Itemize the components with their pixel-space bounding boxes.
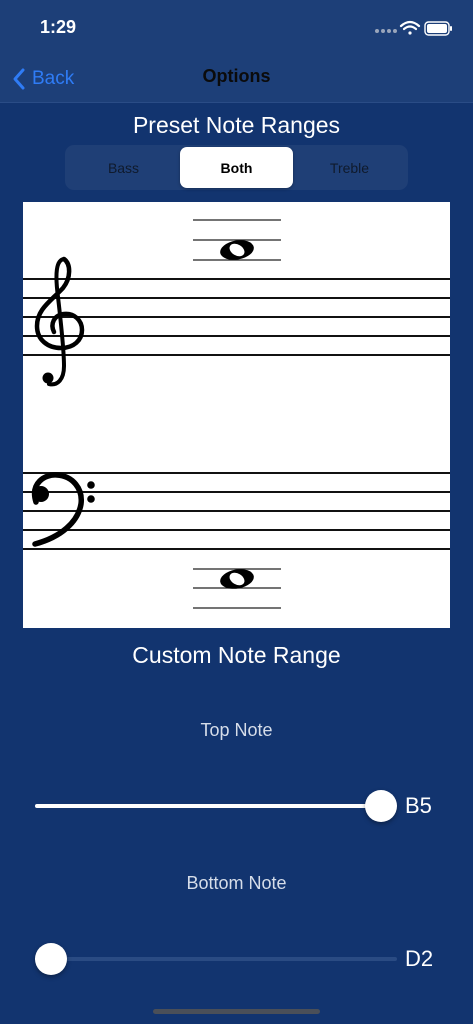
- status-bar: 1:29: [0, 0, 473, 56]
- wifi-icon: [399, 20, 421, 35]
- slider-thumb[interactable]: [365, 790, 397, 822]
- top-note-label: Top Note: [200, 720, 273, 740]
- segment-both[interactable]: Both: [180, 147, 293, 188]
- signal-icon: [375, 29, 397, 33]
- treble-staff-lines: [23, 278, 450, 356]
- navigation-bar: Back Options: [0, 56, 473, 103]
- page-title: Options: [202, 66, 271, 86]
- bass-clef-icon: [31, 472, 95, 547]
- segment-bass[interactable]: Bass: [67, 147, 180, 188]
- custom-section-title: Custom Note Range: [132, 642, 341, 668]
- staff-preview: [23, 202, 450, 628]
- slider-thumb[interactable]: [35, 943, 67, 975]
- battery-icon: [424, 21, 452, 36]
- home-indicator: [153, 1009, 320, 1014]
- slider-track: [35, 957, 397, 961]
- bass-staff-lines: [23, 472, 450, 550]
- status-time: 1:29: [40, 17, 77, 37]
- whole-note-top: [220, 240, 254, 260]
- bottom-note-value: D2: [405, 946, 434, 971]
- preset-segmented-control: Bass Both Treble: [65, 145, 408, 190]
- status-icons: [373, 19, 453, 39]
- bottom-note-label: Bottom Note: [186, 873, 287, 893]
- slider-fill: [35, 804, 381, 808]
- treble-clef-icon: [34, 256, 85, 387]
- top-note-value: B5: [405, 793, 432, 818]
- preset-section-title: Preset Note Ranges: [132, 112, 341, 138]
- bottom-note-slider[interactable]: [35, 942, 397, 976]
- segment-treble[interactable]: Treble: [293, 147, 406, 188]
- top-note-slider[interactable]: [35, 789, 397, 823]
